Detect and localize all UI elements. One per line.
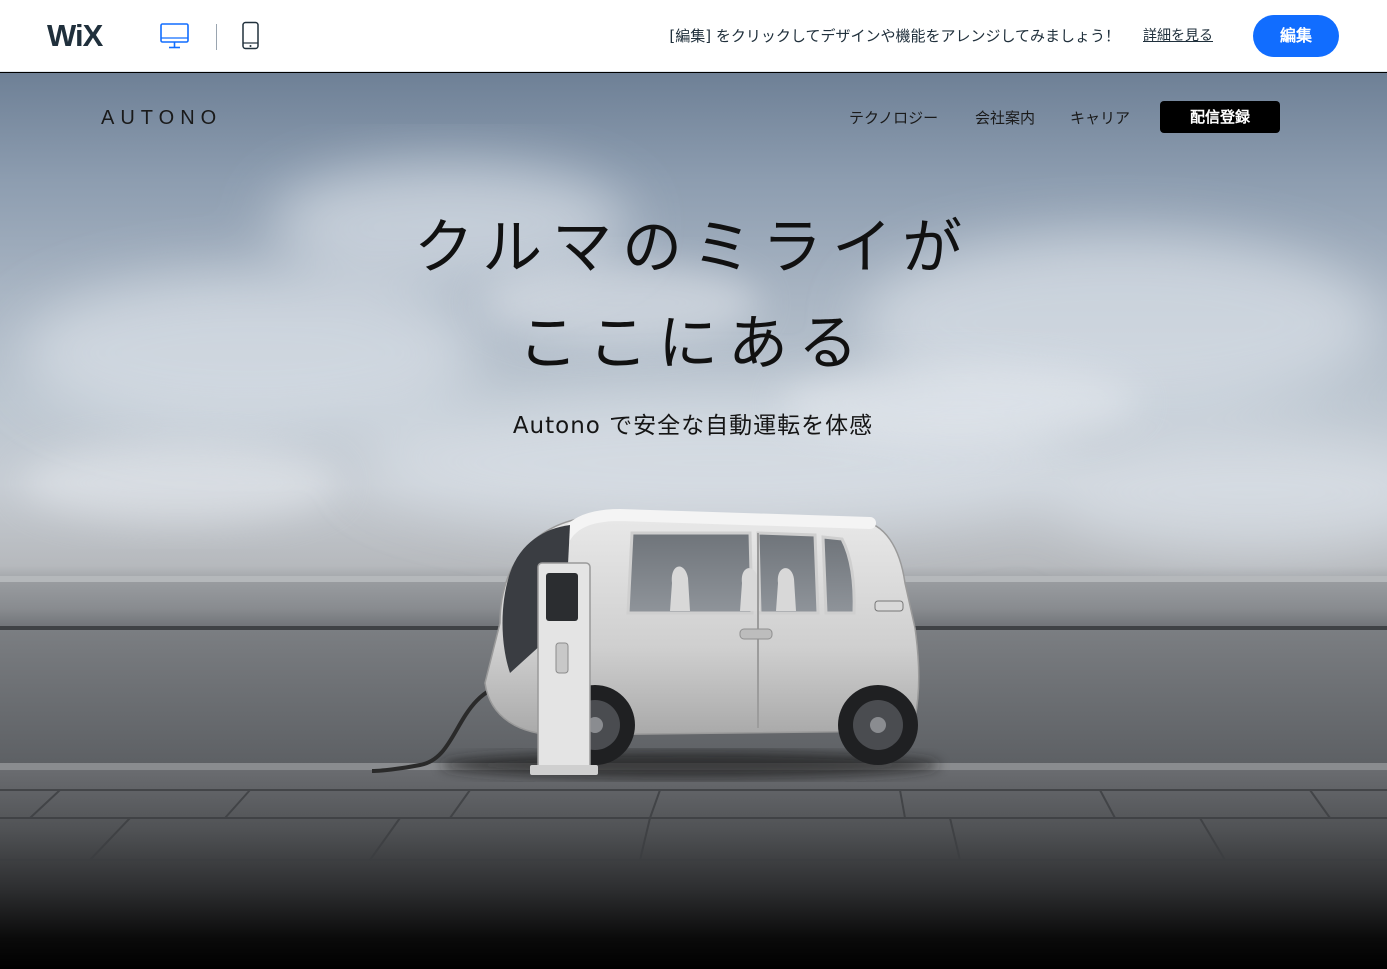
mobile-view-icon[interactable]: [241, 21, 261, 51]
edit-hint-message: [編集] をクリックしてデザインや機能をアレンジしてみましょう！: [669, 27, 1120, 45]
desktop-view-icon[interactable]: [159, 21, 191, 51]
hero-subheadline: Autono で安全な自動運転を体感: [512, 413, 874, 439]
nav-careers[interactable]: キャリア: [1070, 107, 1130, 129]
nav-company[interactable]: 会社案内: [975, 107, 1035, 129]
hero-section: AUTONO テクノロジー 会社案内 キャリア 配信登録 クルマのミライが ここ…: [0, 73, 1387, 969]
pavement-lines: [0, 789, 1387, 861]
subscribe-button[interactable]: 配信登録: [1160, 101, 1280, 133]
edit-button[interactable]: 編集: [1253, 15, 1339, 57]
electric-car-charging-icon: [371, 508, 940, 779]
hero-headline-line1: クルマのミライが: [413, 213, 973, 283]
wix-top-bar: WiX [編集] をクリックしてデザインや機能をアレンジしてみましょう！ 詳細を…: [0, 0, 1387, 72]
view-separator: [216, 24, 217, 50]
hero-headline-line2: ここにある: [518, 309, 868, 379]
wix-logo[interactable]: WiX: [47, 19, 103, 53]
learn-more-link[interactable]: 詳細を見る: [1143, 26, 1213, 46]
site-logo[interactable]: AUTONO: [101, 107, 222, 129]
nav-technology[interactable]: テクノロジー: [849, 107, 938, 129]
